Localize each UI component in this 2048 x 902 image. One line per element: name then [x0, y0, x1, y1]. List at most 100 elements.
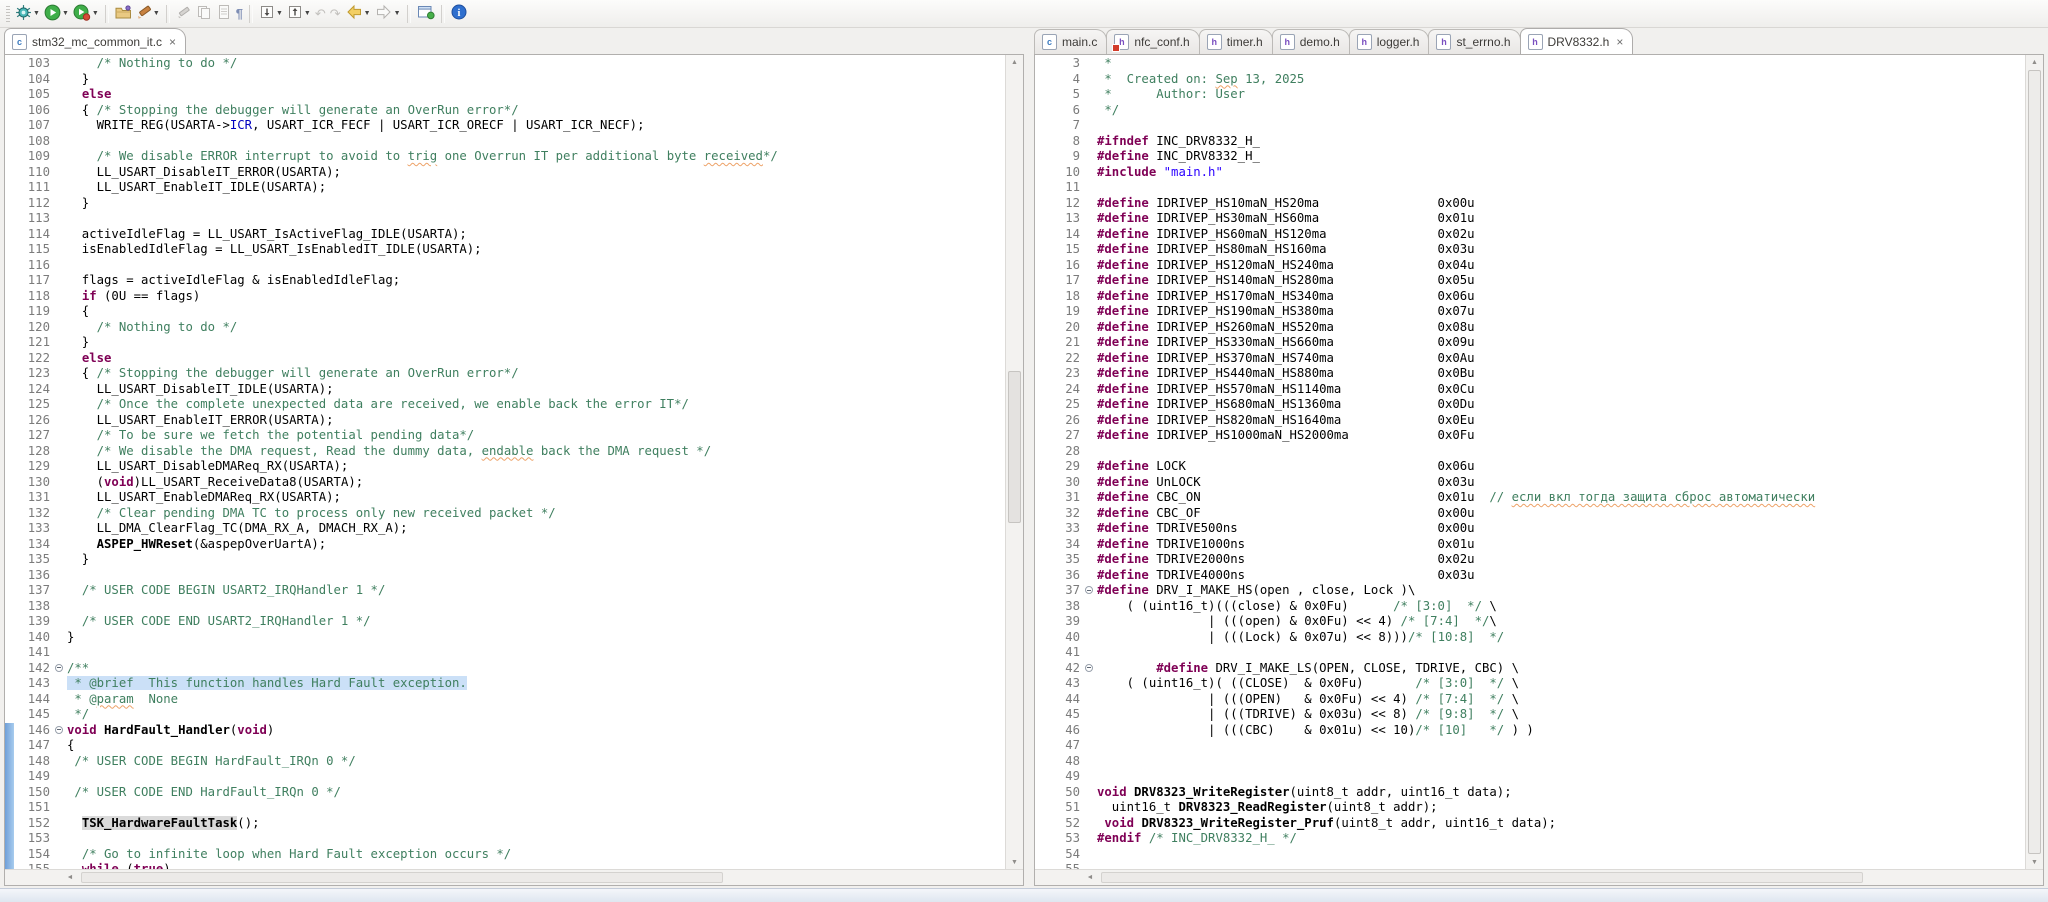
code-text[interactable]: #define IDRIVEP_HS440maN_HS880ma 0x0Bu: [1097, 366, 2025, 382]
selection-range-bar[interactable]: [5, 754, 14, 770]
line-number[interactable]: 24: [1044, 382, 1084, 398]
code-text[interactable]: */: [67, 707, 1005, 723]
line-number[interactable]: 130: [14, 475, 54, 491]
code-text[interactable]: [67, 258, 1005, 274]
line-number[interactable]: 4: [1044, 72, 1084, 88]
code-text[interactable]: void DRV8323_WriteRegister_Pruf(uint8_t …: [1097, 816, 2025, 832]
annotation-ruler[interactable]: [1035, 847, 1044, 863]
annotation-ruler[interactable]: [5, 428, 14, 444]
code-text[interactable]: #define IDRIVEP_HS820maN_HS1640ma 0x0Eu: [1097, 413, 2025, 429]
highlight-button[interactable]: ▼: [134, 3, 162, 25]
code-line[interactable]: 146void HardFault_Handler(void): [5, 723, 1005, 739]
run-button[interactable]: ▼: [42, 3, 71, 25]
annotation-ruler[interactable]: [5, 72, 14, 88]
line-number[interactable]: 110: [14, 165, 54, 181]
code-line[interactable]: 151: [5, 800, 1005, 816]
code-text[interactable]: /* To be sure we fetch the potential pen…: [67, 428, 1005, 444]
code-text[interactable]: /* USER CODE END HardFault_IRQn 0 */: [67, 785, 1005, 801]
code-line[interactable]: 41: [1035, 645, 2025, 661]
code-text[interactable]: #endif /* INC_DRV8332_H_ */: [1097, 831, 2025, 847]
line-number[interactable]: 29: [1044, 459, 1084, 475]
annotation-ruler[interactable]: [1035, 552, 1044, 568]
code-line[interactable]: 11: [1035, 180, 2025, 196]
code-text[interactable]: [1097, 847, 2025, 863]
code-text[interactable]: * @brief This function handles Hard Faul…: [67, 676, 1005, 692]
code-line[interactable]: 27#define IDRIVEP_HS1000maN_HS2000ma 0x0…: [1035, 428, 2025, 444]
code-line[interactable]: 35#define TDRIVE2000ns 0x02u: [1035, 552, 2025, 568]
forward-button-disabled[interactable]: ▼: [373, 3, 403, 25]
code-text[interactable]: #define IDRIVEP_HS190maN_HS380ma 0x07u: [1097, 304, 2025, 320]
selection-range-bar[interactable]: [5, 816, 14, 832]
annotation-ruler[interactable]: [5, 258, 14, 274]
code-line[interactable]: 39 | (((open) & 0x0Fu) << 4) /* [7:4] */…: [1035, 614, 2025, 630]
line-number[interactable]: 119: [14, 304, 54, 320]
line-number[interactable]: 144: [14, 692, 54, 708]
annotation-ruler[interactable]: [5, 351, 14, 367]
line-number[interactable]: 120: [14, 320, 54, 336]
code-line[interactable]: 24#define IDRIVEP_HS570maN_HS1140ma 0x0C…: [1035, 382, 2025, 398]
open-folder-button[interactable]: [113, 3, 134, 25]
code-text[interactable]: ( (uint16_t)(((close) & 0x0Fu) /* [3:0] …: [1097, 599, 2025, 615]
code-text[interactable]: [67, 645, 1005, 661]
code-line[interactable]: 45 | (((TDRIVE) & 0x03u) << 8) /* [9:8] …: [1035, 707, 2025, 723]
annotation-ruler[interactable]: [5, 366, 14, 382]
line-number[interactable]: 116: [14, 258, 54, 274]
line-number[interactable]: 113: [14, 211, 54, 227]
line-number[interactable]: 108: [14, 134, 54, 150]
code-line[interactable]: 123 { /* Stopping the debugger will gene…: [5, 366, 1005, 382]
code-line[interactable]: 3 *: [1035, 56, 2025, 72]
line-number[interactable]: 136: [14, 568, 54, 584]
line-number[interactable]: 44: [1044, 692, 1084, 708]
code-text[interactable]: void DRV8323_WriteRegister(uint8_t addr,…: [1097, 785, 2025, 801]
line-number[interactable]: 39: [1044, 614, 1084, 630]
selection-range-bar[interactable]: [5, 847, 14, 863]
scroll-left-icon[interactable]: ◄: [63, 870, 77, 885]
run-dropdown-caret[interactable]: ▼: [62, 10, 69, 17]
line-number[interactable]: 131: [14, 490, 54, 506]
code-line[interactable]: 5 * Author: User: [1035, 87, 2025, 103]
code-text[interactable]: /* Nothing to do */: [67, 320, 1005, 336]
line-number[interactable]: 54: [1044, 847, 1084, 863]
code-line[interactable]: 147{: [5, 738, 1005, 754]
code-line[interactable]: 15#define IDRIVEP_HS80maN_HS160ma 0x03u: [1035, 242, 2025, 258]
line-number[interactable]: 129: [14, 459, 54, 475]
annotation-ruler[interactable]: [1035, 707, 1044, 723]
annotation-ruler[interactable]: [1035, 475, 1044, 491]
code-line[interactable]: 127 /* To be sure we fetch the potential…: [5, 428, 1005, 444]
code-line[interactable]: 12#define IDRIVEP_HS10maN_HS20ma 0x00u: [1035, 196, 2025, 212]
line-number[interactable]: 34: [1044, 537, 1084, 553]
annotation-ruler[interactable]: [1035, 738, 1044, 754]
code-line[interactable]: 49: [1035, 769, 2025, 785]
annotation-ruler[interactable]: [1035, 382, 1044, 398]
profile-run-button[interactable]: ▼: [71, 3, 101, 25]
code-text[interactable]: else: [67, 87, 1005, 103]
code-line[interactable]: 118 if (0U == flags): [5, 289, 1005, 305]
code-text[interactable]: LL_USART_EnableIT_IDLE(USARTA);: [67, 180, 1005, 196]
line-number[interactable]: 41: [1044, 645, 1084, 661]
code-line[interactable]: 137 /* USER CODE BEGIN USART2_IRQHandler…: [5, 583, 1005, 599]
code-text[interactable]: #define UnLOCK 0x03u: [1097, 475, 2025, 491]
annotation-ruler[interactable]: [5, 645, 14, 661]
annotation-ruler[interactable]: [5, 552, 14, 568]
code-line[interactable]: 154 /* Go to infinite loop when Hard Fau…: [5, 847, 1005, 863]
code-text[interactable]: LL_DMA_ClearFlag_TC(DMA_RX_A, DMACH_RX_A…: [67, 521, 1005, 537]
selection-range-bar[interactable]: [5, 723, 14, 739]
code-line[interactable]: 149: [5, 769, 1005, 785]
code-text[interactable]: #define CBC_OF 0x00u: [1097, 506, 2025, 522]
right-lines[interactable]: 3 *4 * Created on: Sep 13, 20255 * Autho…: [1035, 55, 2025, 869]
scroll-down-icon[interactable]: ▼: [1006, 855, 1023, 869]
annotation-ruler[interactable]: [1035, 583, 1044, 599]
code-line[interactable]: 108: [5, 134, 1005, 150]
code-text[interactable]: #define INC_DRV8332_H_: [1097, 149, 2025, 165]
debug-button[interactable]: ▼: [13, 3, 42, 25]
line-number[interactable]: 153: [14, 831, 54, 847]
code-line[interactable]: 52 void DRV8323_WriteRegister_Pruf(uint8…: [1035, 816, 2025, 832]
line-number[interactable]: 21: [1044, 335, 1084, 351]
forward-dropdown-caret[interactable]: ▼: [394, 10, 401, 17]
line-number[interactable]: 134: [14, 537, 54, 553]
line-number[interactable]: 55: [1044, 862, 1084, 869]
line-number[interactable]: 20: [1044, 320, 1084, 336]
format-button-disabled[interactable]: [174, 3, 194, 25]
line-number[interactable]: 33: [1044, 521, 1084, 537]
line-number[interactable]: 111: [14, 180, 54, 196]
